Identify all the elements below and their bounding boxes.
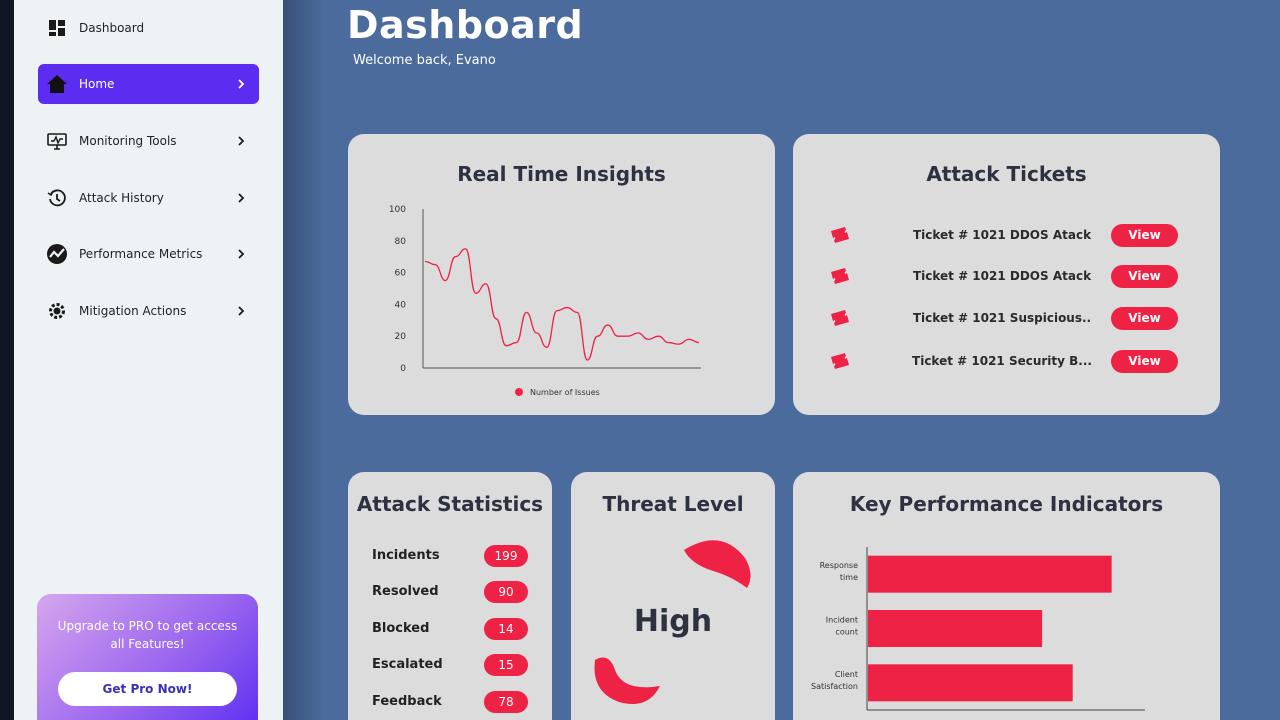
sidebar-item-label: Dashboard: [79, 21, 145, 35]
ticket-view-button[interactable]: View: [1111, 306, 1178, 330]
real-time-insights-chart: 0 20 40 60 80 100 Number of Issues: [389, 205, 701, 397]
sidebar-item-mitigation-actions[interactable]: Mitigation Actions: [38, 291, 259, 331]
stat-badge: 14: [484, 618, 528, 640]
sidebar-item-attack-history[interactable]: Attack History: [38, 178, 259, 218]
stat-label: Feedback: [372, 694, 442, 709]
sidebar-item-label: Home: [79, 77, 115, 91]
stat-row: Escalated 15: [372, 654, 532, 676]
y-tick-label: 20: [395, 332, 407, 342]
performance-icon: [46, 243, 68, 265]
upgrade-promo-text: Upgrade to PRO to get access all Feature…: [57, 619, 238, 651]
y-tick-label: 60: [395, 269, 407, 279]
ticket-view-button[interactable]: View: [1111, 223, 1178, 247]
gear-shield-icon: [46, 300, 68, 322]
home-icon: [46, 73, 68, 95]
attack-tickets-card: Attack Tickets Ticket # 1021 DDOS Atack …: [793, 134, 1220, 415]
kpi-bar: [868, 555, 1112, 593]
page-title: Dashboard: [347, 3, 584, 47]
stat-label: Incidents: [372, 548, 440, 563]
ticket-icon: [831, 227, 849, 243]
sidebar-item-monitoring-tools[interactable]: Monitoring Tools: [38, 121, 259, 161]
y-tick-label: 100: [389, 205, 406, 215]
kpi-bar: [868, 664, 1073, 702]
ticket-label: Ticket # 1021 DDOS Atack: [912, 228, 1092, 242]
stat-label: Resolved: [372, 584, 439, 599]
upgrade-promo-card: Upgrade to PRO to get access all Feature…: [37, 594, 258, 720]
stat-label: Blocked: [372, 621, 430, 636]
ticket-label: Ticket # 1021 DDOS Atack: [912, 269, 1092, 283]
kpi-category-label: count: [835, 628, 858, 637]
ticket-row: Ticket # 1021 Suspicious.. View: [829, 306, 1179, 330]
ticket-row: Ticket # 1021 DDOS Atack View: [829, 223, 1179, 247]
history-icon: [46, 187, 68, 209]
threat-level-gauge: [594, 540, 751, 704]
sidebar-item-label: Performance Metrics: [79, 247, 203, 261]
sidebar-shadow: [283, 0, 323, 720]
y-tick-label: 40: [395, 300, 407, 310]
threat-gauge-arc-bottom: [594, 657, 660, 704]
ticket-view-button[interactable]: View: [1111, 264, 1178, 288]
stat-badge: 15: [484, 654, 528, 676]
sidebar-item-performance-metrics[interactable]: Performance Metrics: [38, 234, 259, 274]
legend-label: Number of Issues: [530, 388, 600, 397]
kpi-category-label: Incident: [826, 616, 858, 625]
y-tick-label: 0: [400, 364, 406, 374]
real-time-insights-card: Real Time Insights 0 20 40 60 80 100 Number of…: [348, 134, 775, 415]
kpi-bar-chart: Response time Incident count Client Satisfact…: [811, 547, 1145, 711]
chevron-right-icon: [233, 133, 249, 149]
sidebar-item-label: Monitoring Tools: [79, 134, 177, 148]
legend-marker: [515, 388, 523, 396]
attack-statistics-card: Attack Statistics Incidents 199 Resolved…: [348, 472, 552, 720]
get-pro-button[interactable]: Get Pro Now!: [58, 672, 237, 706]
chevron-right-icon: [233, 190, 249, 206]
kpi-bar: [868, 610, 1043, 647]
threat-level-value: High: [633, 604, 713, 639]
kpi-category-label: time: [840, 573, 858, 582]
ticket-label: Ticket # 1021 Security B...: [912, 354, 1092, 368]
threat-level-card: Threat Level High: [571, 472, 775, 720]
attack-statistics-title: Attack Statistics: [356, 492, 544, 516]
dashboard-grid-icon: [46, 17, 68, 39]
monitor-icon: [46, 130, 68, 152]
kpi-category-label: Satisfaction: [811, 682, 858, 691]
kpi-category-label: Response: [820, 561, 859, 570]
sidebar-item-label: Attack History: [79, 191, 164, 205]
sidebar-item-label: Mitigation Actions: [79, 304, 187, 318]
ticket-icon: [831, 310, 849, 326]
stat-row: Resolved 90: [372, 581, 532, 603]
y-tick-label: 80: [395, 237, 407, 247]
stat-badge: 78: [484, 691, 528, 713]
chevron-right-icon: [233, 303, 249, 319]
kpi-card: Key Performance Indicators Response time I…: [793, 472, 1220, 720]
ticket-label: Ticket # 1021 Suspicious..: [912, 311, 1092, 325]
stat-row: Incidents 199: [372, 545, 532, 567]
sidebar-item-dashboard[interactable]: Dashboard: [38, 8, 259, 48]
welcome-message: Welcome back, Evano: [353, 53, 496, 68]
ticket-icon: [831, 353, 849, 369]
ticket-icon: [831, 268, 849, 284]
stat-row: Feedback 78: [372, 691, 532, 713]
ticket-view-button[interactable]: View: [1111, 349, 1178, 373]
attack-tickets-title: Attack Tickets: [926, 162, 1087, 186]
kpi-category-label: Client: [835, 670, 858, 679]
stat-badge: 199: [484, 545, 528, 567]
stat-badge: 90: [484, 581, 528, 603]
ticket-row: Ticket # 1021 Security B... View: [829, 349, 1179, 373]
stat-label: Escalated: [372, 657, 443, 672]
chevron-right-icon: [233, 76, 249, 92]
threat-gauge-arc-top: [684, 540, 751, 588]
series-line-number-of-issues: [424, 248, 700, 361]
chevron-right-icon: [233, 246, 249, 262]
sidebar-item-home[interactable]: Home: [38, 64, 259, 104]
stat-row: Blocked 14: [372, 618, 532, 640]
ticket-row: Ticket # 1021 DDOS Atack View: [829, 264, 1179, 288]
